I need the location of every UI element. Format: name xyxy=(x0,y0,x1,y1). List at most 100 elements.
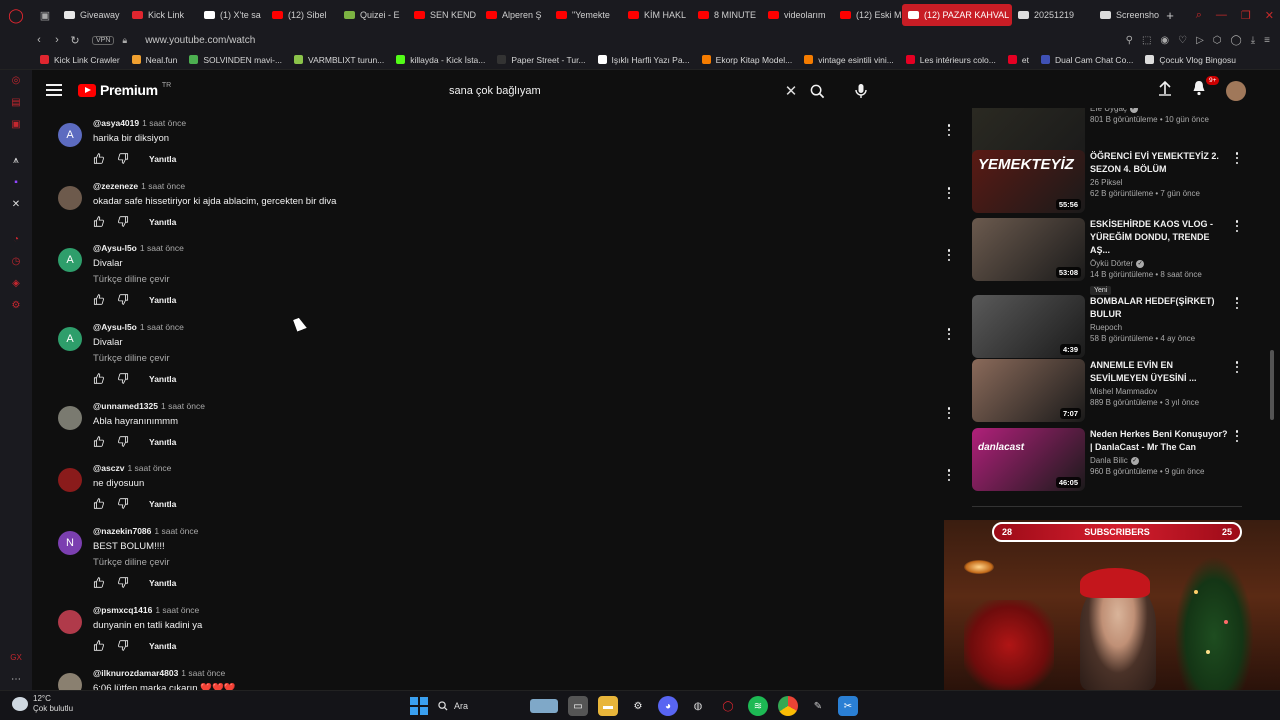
comment-author[interactable]: @psmxcq1416 xyxy=(93,605,152,615)
comment-author[interactable]: @asya4019 xyxy=(93,118,139,128)
dislike-icon[interactable] xyxy=(118,372,129,386)
chrome-icon[interactable] xyxy=(778,696,798,716)
browser-tab[interactable]: Quizei - E xyxy=(338,0,408,30)
minimize-icon[interactable]: — xyxy=(1216,9,1227,21)
channel-name[interactable]: Mishel Mammadov xyxy=(1090,387,1157,396)
bookmark-item[interactable]: vintage esintili vini... xyxy=(798,55,900,65)
lock-icon[interactable]: 🔒︎ xyxy=(122,35,127,46)
clock-icon[interactable]: ◷ xyxy=(0,251,32,273)
recommended-video[interactable]: YEMEKTEYİZ 55:56 ÖĞRENCİ EVİ YEMEKTEYİZ 2.… xyxy=(972,150,1252,214)
recommended-video[interactable]: 4:39 BOMBALAR HEDEF(ŞİRKET) BULUR Ruepoch 5… xyxy=(972,295,1252,359)
comment-time[interactable]: 1 saat önce xyxy=(181,668,225,678)
forward-icon[interactable]: › xyxy=(48,34,66,46)
opera-gx-icon[interactable]: ◯ xyxy=(718,696,738,716)
browser-tab[interactable]: 8 MINUTE xyxy=(692,0,762,30)
taskbar-search[interactable]: Ara xyxy=(438,695,558,717)
bookmark-icon[interactable]: ◈ xyxy=(0,273,32,295)
opera-logo-icon[interactable]: ◯ xyxy=(0,0,32,30)
vpn-badge[interactable]: VPN xyxy=(92,35,115,45)
browser-tab[interactable]: (12) Eski M xyxy=(834,0,902,30)
comment-author[interactable]: @asczv xyxy=(93,463,124,473)
dislike-icon[interactable] xyxy=(118,152,129,166)
like-icon[interactable] xyxy=(93,576,104,590)
snipping-tool-icon[interactable]: ✂ xyxy=(838,696,858,716)
gx-icon[interactable]: GX xyxy=(0,646,32,668)
history-icon[interactable]: ◔ xyxy=(0,229,32,251)
search-icon[interactable] xyxy=(802,78,832,104)
comment-author[interactable]: @ilknurozdamar4803 xyxy=(93,668,178,678)
maximize-icon[interactable]: ❐ xyxy=(1241,9,1251,22)
recommended-video[interactable]: 53:08 ESKİSEHİRDE KAOS VLOG - YÜREĞİM DON… xyxy=(972,218,1252,295)
browser-tab[interactable]: Screensho xyxy=(1094,0,1160,30)
browser-tab[interactable]: Alperen Ş xyxy=(480,0,550,30)
like-icon[interactable] xyxy=(93,497,104,511)
channel-name[interactable]: 26 Piksel xyxy=(1090,178,1122,187)
reply-button[interactable]: Yanıtla xyxy=(149,154,176,164)
like-icon[interactable] xyxy=(93,215,104,229)
windows-start-icon[interactable] xyxy=(410,697,428,715)
bookmark-item[interactable]: Çocuk Vlog Bingosu xyxy=(1139,55,1242,65)
reply-button[interactable]: Yanıtla xyxy=(149,499,176,509)
obs-icon[interactable]: ◍ xyxy=(688,696,708,716)
comment-time[interactable]: 1 saat önce xyxy=(140,322,184,332)
like-icon[interactable] xyxy=(93,152,104,166)
comment-author[interactable]: @Aysu-l5o xyxy=(93,243,137,253)
dislike-icon[interactable] xyxy=(118,497,129,511)
bookmark-item[interactable]: Ekorp Kitap Model... xyxy=(696,55,799,65)
dislike-icon[interactable] xyxy=(118,576,129,590)
browser-tab[interactable]: (12) PAZAR KAHVAL xyxy=(902,4,1012,26)
dislike-icon[interactable] xyxy=(118,435,129,449)
new-tab-button[interactable]: + xyxy=(1160,8,1180,23)
player-icon[interactable]: ▷ xyxy=(1196,35,1204,46)
comment-avatar[interactable] xyxy=(58,406,82,430)
comment-avatar[interactable] xyxy=(58,468,82,492)
dislike-icon[interactable] xyxy=(118,293,129,307)
aria-icon[interactable]: ◎ xyxy=(0,70,32,92)
task-view-icon[interactable]: ▭ xyxy=(568,696,588,716)
url-field[interactable]: www.youtube.com/watch xyxy=(145,35,255,46)
comment-author[interactable]: @Aysu-l5o xyxy=(93,322,137,332)
bookmark-item[interactable]: VARMBLIXT turun... xyxy=(288,55,390,65)
extensions-icon[interactable]: ⬡ xyxy=(1213,35,1222,46)
discord-icon[interactable]: ◕ xyxy=(658,696,678,716)
spotify-icon[interactable]: ≋ xyxy=(748,696,768,716)
bookmark-item[interactable]: Işıklı Harfli Yazı Pa... xyxy=(592,55,696,65)
pen-tool-icon[interactable]: ✎ xyxy=(808,696,828,716)
close-window-icon[interactable]: ✕ xyxy=(1265,9,1274,22)
bookmark-item[interactable]: Kick Link Crawler xyxy=(34,55,126,65)
music-icon[interactable]: ▣ xyxy=(0,114,32,136)
reply-button[interactable]: Yanıtla xyxy=(149,374,176,384)
browser-tab[interactable]: "Yemekte xyxy=(550,0,622,30)
video-thumbnail[interactable]: 7:07 xyxy=(972,359,1085,422)
upload-icon[interactable] xyxy=(1158,80,1172,101)
download-icon[interactable]: ⤓ xyxy=(1251,35,1255,46)
comment-avatar[interactable] xyxy=(58,673,82,690)
video-more-icon[interactable] xyxy=(1234,361,1240,373)
like-icon[interactable] xyxy=(93,435,104,449)
video-title[interactable]: Neden Herkes Beni Konuşuyor? | DanlaCast… xyxy=(1090,428,1230,454)
dislike-icon[interactable] xyxy=(118,215,129,229)
comment-author[interactable]: @nazekin7086 xyxy=(93,526,151,536)
video-thumbnail[interactable]: danlacast 46:05 xyxy=(972,428,1085,491)
reply-button[interactable]: Yanıtla xyxy=(149,295,176,305)
browser-tab[interactable]: videolarım xyxy=(762,0,834,30)
profile-icon[interactable]: ◯ xyxy=(1231,35,1242,46)
like-icon[interactable] xyxy=(93,293,104,307)
search-input[interactable]: sana çok bağlıyam xyxy=(438,85,780,97)
twitch-icon[interactable]: ▪ xyxy=(0,171,32,193)
bookmark-item[interactable]: Neal.fun xyxy=(126,55,184,65)
notifications-bell-icon[interactable]: 9+ xyxy=(1192,76,1220,101)
browser-tab[interactable]: KİM HAKL xyxy=(622,0,692,30)
camera-icon[interactable]: ◉ xyxy=(1160,35,1169,46)
comment-more-icon[interactable] xyxy=(944,249,954,261)
video-more-icon[interactable] xyxy=(1234,152,1240,164)
comment-more-icon[interactable] xyxy=(944,328,954,340)
comment-avatar[interactable]: A xyxy=(58,123,82,147)
page-scrollbar[interactable] xyxy=(1270,350,1274,420)
recommended-video[interactable]: danlacast 46:05 Neden Herkes Beni Konuşuyo… xyxy=(972,428,1252,492)
weather-widget[interactable]: 12°C Çok bulutlu xyxy=(12,694,73,714)
browser-tab[interactable]: Kick Link xyxy=(126,0,198,30)
channel-name[interactable]: Efe Uygaç xyxy=(1090,108,1127,113)
comment-more-icon[interactable] xyxy=(944,187,954,199)
like-icon[interactable] xyxy=(93,372,104,386)
